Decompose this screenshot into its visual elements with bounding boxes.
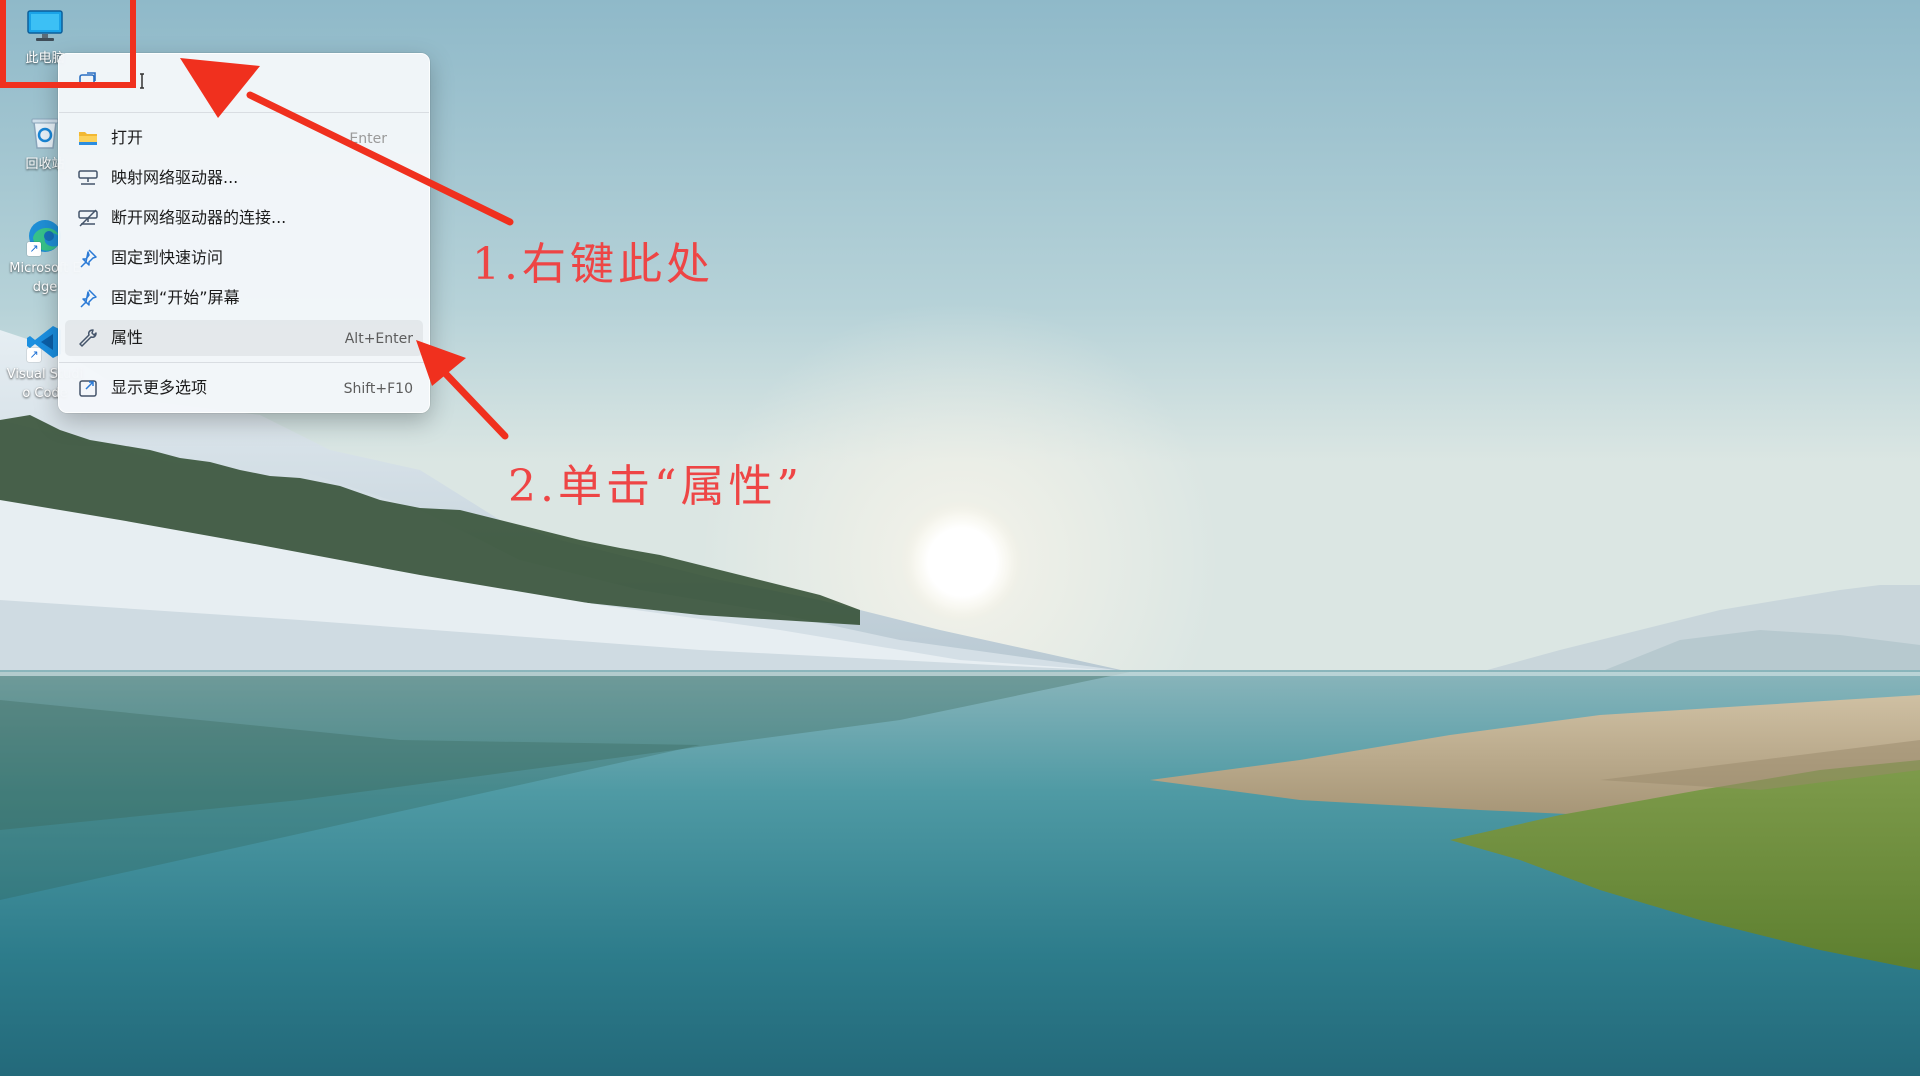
menu-item-shortcut: Shift+F10 [343, 381, 413, 397]
highlight-box [0, 0, 136, 88]
menu-separator [59, 112, 429, 113]
annotation-step-1: 1.右键此处 [472, 239, 714, 290]
annotation-step-2: 2.单击“属性” [508, 461, 803, 512]
desktop-screen: 此电脑 回收站 ↗ Microsoft Edge ↗ Visual Studio… [0, 0, 1920, 1080]
rename-action-icon[interactable] [137, 70, 159, 92]
wrench-icon [77, 328, 99, 348]
menu-item-label: 属性 [111, 328, 144, 347]
menu-item-pin-quick-access[interactable]: 固定到快速访问 [65, 240, 423, 276]
menu-item-shortcut: Enter [349, 131, 387, 147]
menu-item-shortcut: Alt+Enter [344, 331, 413, 347]
menu-item-map-network-drive[interactable]: 映射网络驱动器... [65, 160, 423, 196]
menu-item-properties[interactable]: 属性 Alt+Enter [65, 320, 423, 356]
menu-item-label: 断开网络驱动器的连接... [111, 208, 287, 227]
map-network-drive-icon [77, 168, 99, 188]
menu-item-label: 固定到快速访问 [111, 248, 224, 267]
menu-item-show-more-options[interactable]: 显示更多选项 Shift+F10 [65, 370, 423, 406]
shortcut-arrow-icon: ↗ [27, 348, 41, 362]
shortcut-arrow-icon: ↗ [27, 242, 41, 256]
folder-icon [77, 128, 99, 148]
pin-icon [77, 248, 99, 268]
menu-item-pin-start[interactable]: 固定到“开始”屏幕 [65, 280, 423, 316]
more-options-icon [77, 378, 99, 398]
menu-item-label: 打开 [111, 128, 144, 147]
disconnect-network-drive-icon [77, 208, 99, 228]
menu-item-disconnect-network-drive[interactable]: 断开网络驱动器的连接... [65, 200, 423, 236]
menu-item-label: 映射网络驱动器... [111, 168, 239, 187]
menu-separator [59, 362, 429, 363]
menu-item-label: 显示更多选项 [111, 378, 208, 397]
menu-item-label: 固定到“开始”屏幕 [111, 288, 240, 307]
menu-item-open[interactable]: 打开 Enter [65, 120, 423, 156]
context-menu: 打开 Enter 映射网络驱动器... 断开网络驱动器的连接... 固定到快速访… [58, 53, 430, 413]
pin-icon [77, 288, 99, 308]
